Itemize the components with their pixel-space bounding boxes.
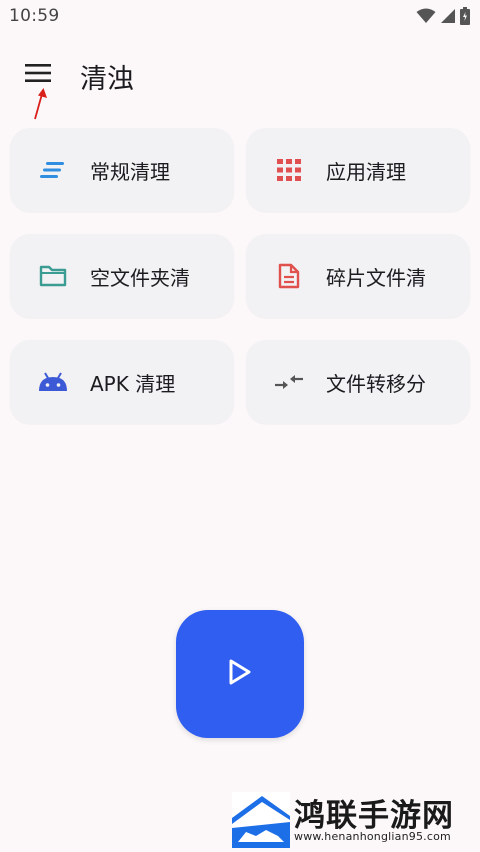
annotation-arrow-icon xyxy=(28,86,52,126)
feature-grid: 常规清理 应用清理 空文件夹清 碎片文件清 APK 清理 文件转移分 xyxy=(10,128,470,424)
card-label: 碎片文件清 xyxy=(326,265,426,290)
card-apk-clean[interactable]: APK 清理 xyxy=(10,340,234,424)
battery-icon xyxy=(460,7,470,29)
watermark-logo-icon xyxy=(232,792,290,848)
status-bar: 10:59 xyxy=(0,0,480,34)
status-icons xyxy=(416,7,470,29)
card-label: 常规清理 xyxy=(90,159,170,184)
card-empty-folder-clean[interactable]: 空文件夹清 xyxy=(10,234,234,318)
card-label: 应用清理 xyxy=(326,159,406,184)
compress-arrows-icon xyxy=(274,367,304,397)
wifi-icon xyxy=(416,8,436,28)
card-label: 文件转移分 xyxy=(326,371,426,396)
screen: 10:59 清浊 常规清理 应用清理 空文件夹清 碎片文件清 APK 清理 文件… xyxy=(0,0,480,852)
watermark-url: www.henanhonglian95.com xyxy=(294,830,451,843)
android-icon xyxy=(38,367,68,397)
play-icon xyxy=(227,658,253,690)
card-file-transfer[interactable]: 文件转移分 xyxy=(246,340,470,424)
watermark-name: 鸿联手游网 xyxy=(294,798,454,834)
card-regular-clean[interactable]: 常规清理 xyxy=(10,128,234,212)
status-time: 10:59 xyxy=(9,6,60,26)
grid-apps-icon xyxy=(274,155,304,185)
watermark: 鸿联手游网 www.henanhonglian95.com xyxy=(232,790,472,850)
start-fab-button[interactable] xyxy=(176,610,304,738)
card-fragment-file-clean[interactable]: 碎片文件清 xyxy=(246,234,470,318)
card-label: 空文件夹清 xyxy=(90,265,190,290)
menu-icon xyxy=(25,63,51,87)
app-title: 清浊 xyxy=(80,64,134,95)
document-icon xyxy=(274,261,304,291)
signal-icon xyxy=(440,8,456,28)
card-app-clean[interactable]: 应用清理 xyxy=(246,128,470,212)
sort-lines-icon xyxy=(38,155,68,185)
folder-icon xyxy=(38,261,68,291)
card-label: APK 清理 xyxy=(90,371,176,396)
